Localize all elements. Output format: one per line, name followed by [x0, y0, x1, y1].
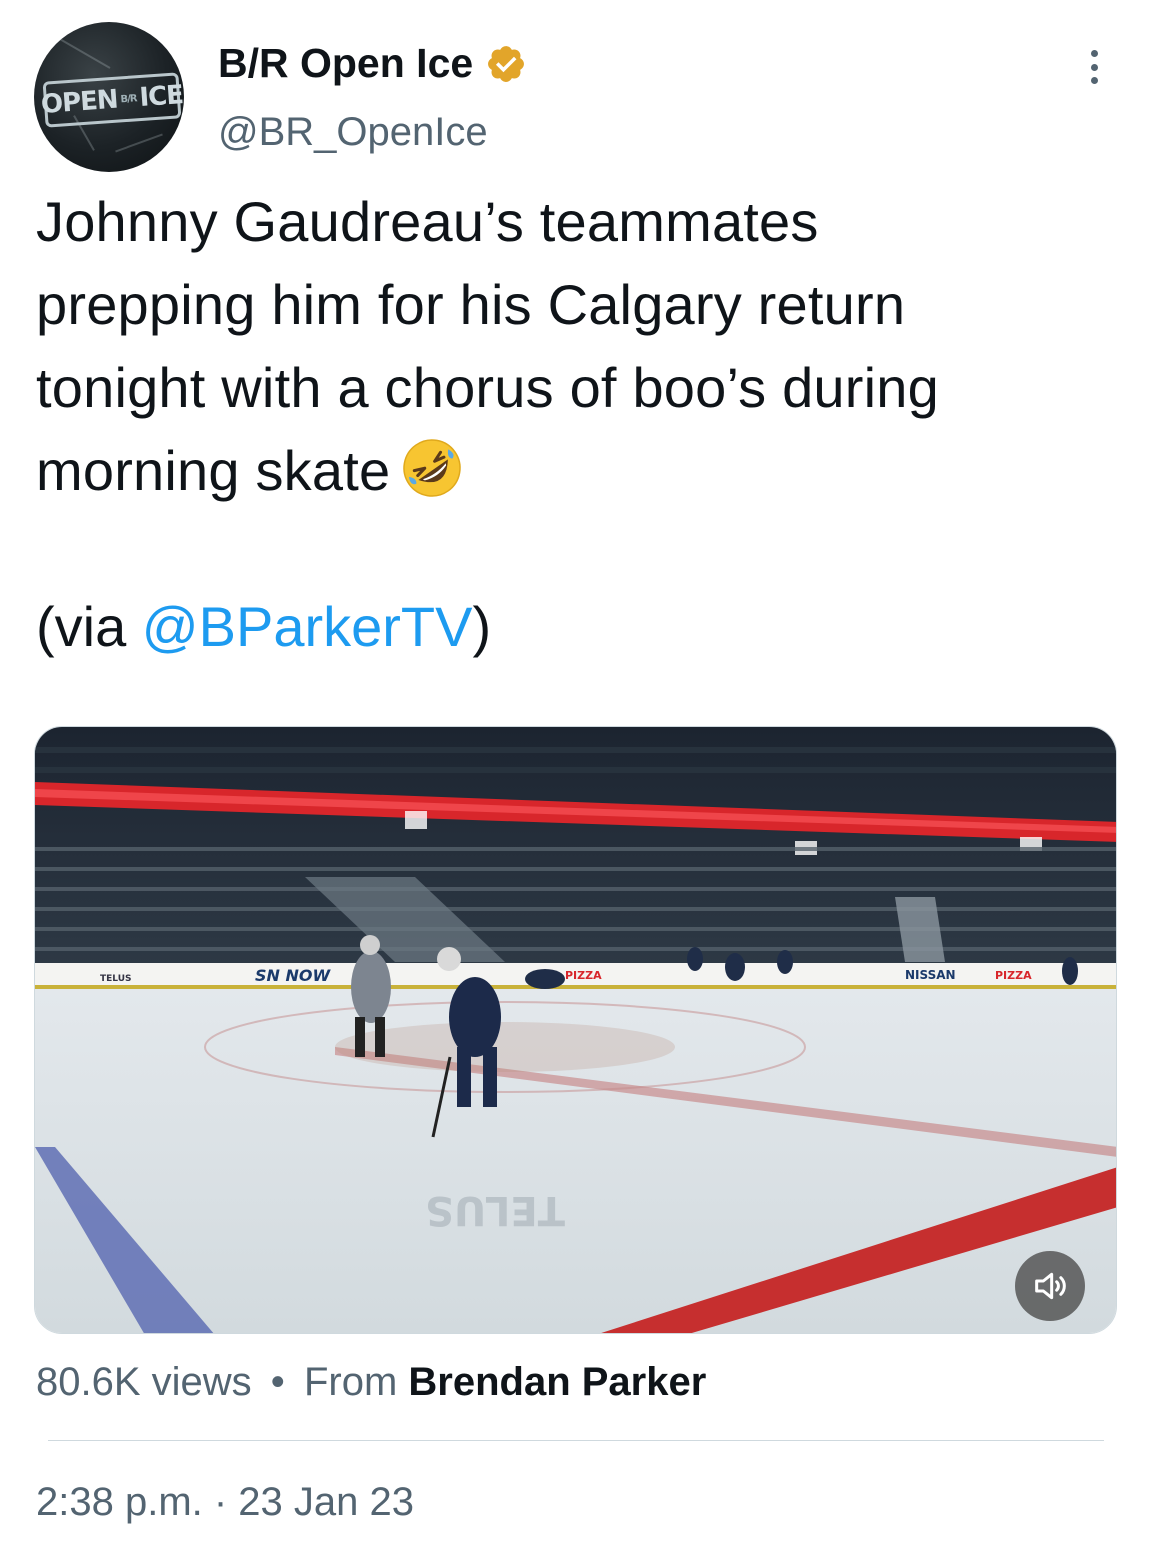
author-name-row[interactable]: B/R Open Ice	[218, 40, 527, 87]
mention-link[interactable]: @BParkerTV	[142, 595, 473, 658]
tweet-line-last: morning skate	[36, 429, 1116, 512]
divider	[48, 1440, 1104, 1441]
rink-scene: TELUS SN NOW NISSAN PIZZA PIZZA TELUS	[35, 727, 1116, 1333]
tweet-line: prepping him for his Calgary return	[36, 273, 906, 336]
via-prefix: (via	[36, 595, 142, 658]
tweet-line: tonight with a chorus of boo’s during	[36, 356, 939, 419]
view-count: 80.6K views	[36, 1360, 252, 1404]
rolling-on-floor-laughing-emoji	[403, 439, 462, 497]
from-label: From	[303, 1360, 398, 1404]
tweet-line: Johnny Gaudreau’s teammates	[36, 190, 819, 253]
tweet-line-text: morning skate	[36, 439, 391, 502]
via-attribution: (via @BParkerTV)	[36, 594, 491, 659]
avatar[interactable]: OPEN B/R ICE	[34, 22, 184, 172]
more-options-icon[interactable]	[1078, 46, 1110, 88]
via-suffix: )	[472, 595, 492, 658]
svg-text:PIZZA: PIZZA	[995, 969, 1032, 982]
svg-text:NISSAN: NISSAN	[905, 968, 956, 982]
video-source-link[interactable]: Brendan Parker	[408, 1360, 706, 1404]
svg-text:SN NOW: SN NOW	[255, 966, 331, 985]
display-name[interactable]: B/R Open Ice	[218, 40, 473, 87]
tweet-text: Johnny Gaudreau’s teammates prepping him…	[36, 180, 1116, 512]
account-handle[interactable]: @BR_OpenIce	[218, 110, 488, 155]
svg-text:PIZZA: PIZZA	[565, 969, 602, 982]
open-ice-logo: OPEN B/R ICE	[40, 72, 184, 128]
video-stats: 80.6K views • From Brendan Parker	[36, 1360, 706, 1405]
separator-dot: •	[270, 1360, 285, 1404]
speaker-icon[interactable]	[1015, 1251, 1085, 1321]
video-thumbnail[interactable]: TELUS SN NOW NISSAN PIZZA PIZZA TELUS	[34, 726, 1117, 1334]
tweet-timestamp[interactable]: 2:38 p.m. · 23 Jan 23	[36, 1480, 414, 1525]
verified-badge-icon	[488, 45, 525, 82]
svg-text:TELUS: TELUS	[100, 974, 132, 984]
svg-text:TELUS: TELUS	[425, 1187, 565, 1233]
